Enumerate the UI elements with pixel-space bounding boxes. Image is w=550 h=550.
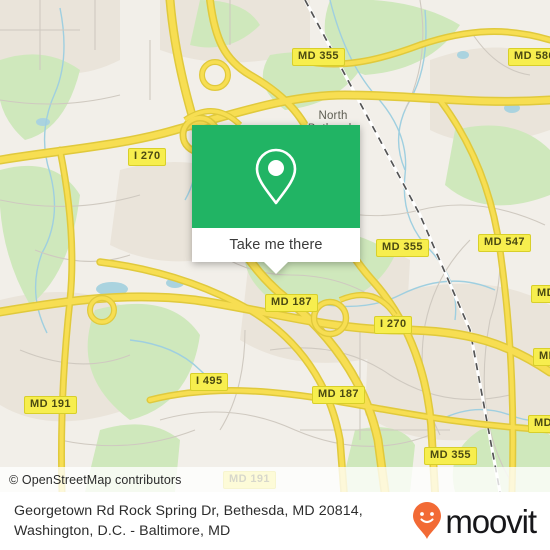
road-shield-md191-west[interactable]: MD 191 — [24, 396, 77, 414]
road-shield-i270-mid[interactable]: I 270 — [374, 316, 413, 334]
road-shield-md187-lower[interactable]: MD 187 — [312, 386, 365, 404]
map-canvas[interactable]: NorthBethesda MD 355 MD 586 I 270 MD 355… — [0, 0, 550, 492]
road-shield-i495[interactable]: I 495 — [190, 373, 229, 391]
road-shield-md355-mid[interactable]: MD 355 — [376, 239, 429, 257]
road-shield-md1-edge[interactable]: MD 1 — [528, 415, 550, 433]
road-shield-md5-edge[interactable]: MD 5 — [533, 348, 550, 366]
popup-cta-row[interactable]: Take me there — [192, 228, 360, 262]
road-shield-md355-south[interactable]: MD 355 — [424, 447, 477, 465]
popup-header — [192, 125, 360, 228]
road-shield-md355-north[interactable]: MD 355 — [292, 48, 345, 66]
road-shield-i270-west[interactable]: I 270 — [128, 148, 167, 166]
popup-pointer-tail — [264, 262, 288, 274]
moovit-smiley-pin-icon — [413, 502, 442, 539]
footer-bar: Georgetown Rd Rock Spring Dr, Bethesda, … — [0, 492, 550, 550]
openstreetmap-attribution[interactable]: © OpenStreetMap contributors — [0, 473, 182, 487]
moovit-wordmark: moovit — [445, 502, 537, 540]
road-shield-md586[interactable]: MD 586 — [508, 48, 550, 66]
map-pin-icon — [255, 148, 297, 204]
location-title: Georgetown Rd Rock Spring Dr, Bethesda, … — [14, 503, 363, 539]
moovit-map-screenshot: NorthBethesda MD 355 MD 586 I 270 MD 355… — [0, 0, 550, 550]
road-shield-md187-upper[interactable]: MD 187 — [265, 294, 318, 312]
map-attribution-bar: © OpenStreetMap contributors — [0, 467, 550, 492]
take-me-there-label: Take me there — [229, 237, 323, 253]
road-shield-md547-edge[interactable]: MD 547 — [531, 285, 550, 303]
road-shield-md547-mid[interactable]: MD 547 — [478, 234, 531, 252]
take-me-there-popup[interactable]: Take me there — [192, 125, 360, 274]
moovit-logo[interactable]: moovit — [412, 501, 537, 541]
